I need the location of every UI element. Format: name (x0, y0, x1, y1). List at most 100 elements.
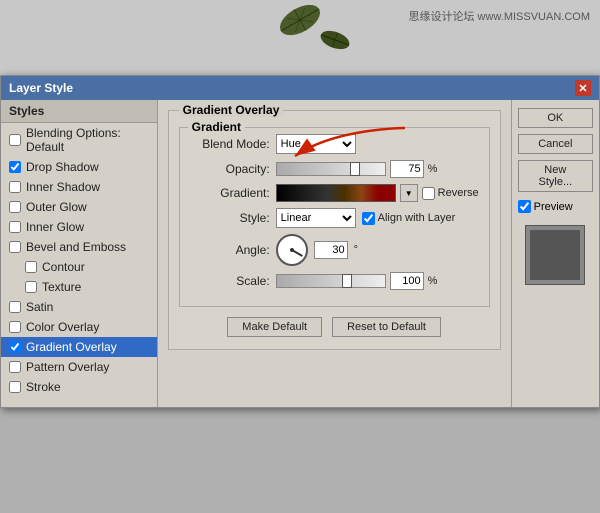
styles-panel-header: Styles (1, 100, 157, 123)
inner-shadow-label: Inner Shadow (26, 180, 100, 194)
preview-inner (530, 230, 580, 280)
angle-row: Angle: ° (190, 234, 479, 266)
bottom-buttons: Make Default Reset to Default (179, 317, 490, 337)
reverse-label: Reverse (422, 187, 479, 200)
gradient-overlay-title: Gradient Overlay (179, 103, 284, 117)
contour-label: Contour (42, 260, 85, 274)
preview-label-container: Preview (518, 200, 593, 213)
align-with-layer-text: Align with Layer (378, 212, 456, 224)
bevel-emboss-checkbox[interactable] (9, 241, 21, 253)
texture-checkbox[interactable] (25, 281, 37, 293)
pattern-overlay-checkbox[interactable] (9, 361, 21, 373)
satin-checkbox[interactable] (9, 301, 21, 313)
inner-shadow-checkbox[interactable] (9, 181, 21, 193)
opacity-label: Opacity: (190, 162, 270, 176)
sidebar-item-stroke[interactable]: Stroke (1, 377, 157, 397)
dialog-body: Styles Blending Options: Default Drop Sh… (1, 100, 599, 407)
opacity-slider[interactable] (276, 162, 386, 176)
gradient-overlay-group: Gradient Overlay Gradient Blend Mode: Hu… (168, 110, 501, 350)
scale-value-input[interactable] (390, 272, 424, 290)
sidebar-item-contour[interactable]: Contour (1, 257, 157, 277)
reverse-text: Reverse (438, 187, 479, 199)
new-style-button[interactable]: New Style... (518, 160, 593, 192)
styles-panel: Styles Blending Options: Default Drop Sh… (1, 100, 158, 407)
gradient-bar-container: ▼ Reverse (276, 184, 479, 202)
angle-value-input[interactable] (314, 241, 348, 259)
gradient-overlay-label: Gradient Overlay (26, 340, 117, 354)
opacity-row: Opacity: % (190, 160, 479, 178)
gradient-overlay-checkbox[interactable] (9, 341, 21, 353)
sidebar-item-inner-shadow[interactable]: Inner Shadow (1, 177, 157, 197)
reset-to-default-button[interactable]: Reset to Default (332, 317, 441, 337)
outer-glow-label: Outer Glow (26, 200, 87, 214)
gradient-label: Gradient: (190, 186, 270, 200)
color-overlay-checkbox[interactable] (9, 321, 21, 333)
blend-mode-row: Blend Mode: Hue Normal Overlay Multiply (190, 134, 479, 154)
stroke-label: Stroke (26, 380, 61, 394)
sidebar-item-pattern-overlay[interactable]: Pattern Overlay (1, 357, 157, 377)
layer-style-dialog: Layer Style ✕ Styles Blending Options: D… (0, 75, 600, 408)
close-button[interactable]: ✕ (575, 80, 591, 96)
blend-mode-select[interactable]: Hue Normal Overlay Multiply (276, 134, 356, 154)
main-content: Gradient Overlay Gradient Blend Mode: Hu… (158, 100, 511, 407)
contour-checkbox[interactable] (25, 261, 37, 273)
opacity-value-input[interactable] (390, 160, 424, 178)
scale-unit: % (428, 275, 438, 287)
preview-checkbox[interactable] (518, 200, 531, 213)
angle-label: Angle: (190, 243, 270, 257)
blend-mode-label: Blend Mode: (190, 137, 270, 151)
scale-label: Scale: (190, 274, 270, 288)
gradient-dropdown-button[interactable]: ▼ (400, 184, 418, 202)
inner-glow-checkbox[interactable] (9, 221, 21, 233)
blending-options-label: Blending Options: Default (26, 126, 149, 154)
outer-glow-checkbox[interactable] (9, 201, 21, 213)
opacity-unit: % (428, 163, 438, 175)
satin-label: Satin (26, 300, 53, 314)
sidebar-item-drop-shadow[interactable]: Drop Shadow (1, 157, 157, 177)
sidebar-item-blending-options[interactable]: Blending Options: Default (1, 123, 157, 157)
angle-dial-dot (290, 248, 294, 252)
dialog-title: Layer Style (9, 81, 73, 95)
style-select[interactable]: Linear Radial Angle Reflected Diamond (276, 208, 356, 228)
color-overlay-label: Color Overlay (26, 320, 99, 334)
sidebar-item-texture[interactable]: Texture (1, 277, 157, 297)
pattern-overlay-label: Pattern Overlay (26, 360, 109, 374)
angle-container: ° (276, 234, 358, 266)
preview-box (525, 225, 585, 285)
stroke-checkbox[interactable] (9, 381, 21, 393)
opacity-slider-container: % (276, 160, 438, 178)
sidebar-item-gradient-overlay[interactable]: Gradient Overlay (1, 337, 157, 357)
sidebar-item-outer-glow[interactable]: Outer Glow (1, 197, 157, 217)
cancel-button[interactable]: Cancel (518, 134, 593, 154)
watermark-text: 思缘设计论坛 www.MISSVUAN.COM (408, 8, 590, 24)
sidebar-item-inner-glow[interactable]: Inner Glow (1, 217, 157, 237)
gradient-sub-group: Gradient Blend Mode: Hue Normal Overlay … (179, 127, 490, 307)
scale-row: Scale: % (190, 272, 479, 290)
drop-shadow-checkbox[interactable] (9, 161, 21, 173)
make-default-button[interactable]: Make Default (227, 317, 322, 337)
sidebar-item-bevel-emboss[interactable]: Bevel and Emboss (1, 237, 157, 257)
angle-dial[interactable] (276, 234, 308, 266)
scale-slider-container: % (276, 272, 438, 290)
angle-unit: ° (354, 244, 358, 256)
preview-text: Preview (534, 201, 573, 213)
dialog-titlebar: Layer Style ✕ (1, 76, 599, 100)
right-panel: OK Cancel New Style... Preview (511, 100, 599, 407)
gradient-bar[interactable] (276, 184, 396, 202)
align-with-layer-label: Align with Layer (362, 212, 456, 225)
texture-label: Texture (42, 280, 81, 294)
style-label: Style: (190, 211, 270, 225)
style-row: Style: Linear Radial Angle Reflected Dia… (190, 208, 479, 228)
gradient-sub-title: Gradient (188, 120, 245, 134)
bevel-emboss-label: Bevel and Emboss (26, 240, 126, 254)
sidebar-item-satin[interactable]: Satin (1, 297, 157, 317)
align-with-layer-checkbox[interactable] (362, 212, 375, 225)
ok-button[interactable]: OK (518, 108, 593, 128)
sidebar-item-color-overlay[interactable]: Color Overlay (1, 317, 157, 337)
gradient-row: Gradient: ▼ Reverse (190, 184, 479, 202)
scale-slider[interactable] (276, 274, 386, 288)
drop-shadow-label: Drop Shadow (26, 160, 99, 174)
reverse-checkbox[interactable] (422, 187, 435, 200)
inner-glow-label: Inner Glow (26, 220, 84, 234)
blending-options-checkbox[interactable] (9, 134, 21, 146)
